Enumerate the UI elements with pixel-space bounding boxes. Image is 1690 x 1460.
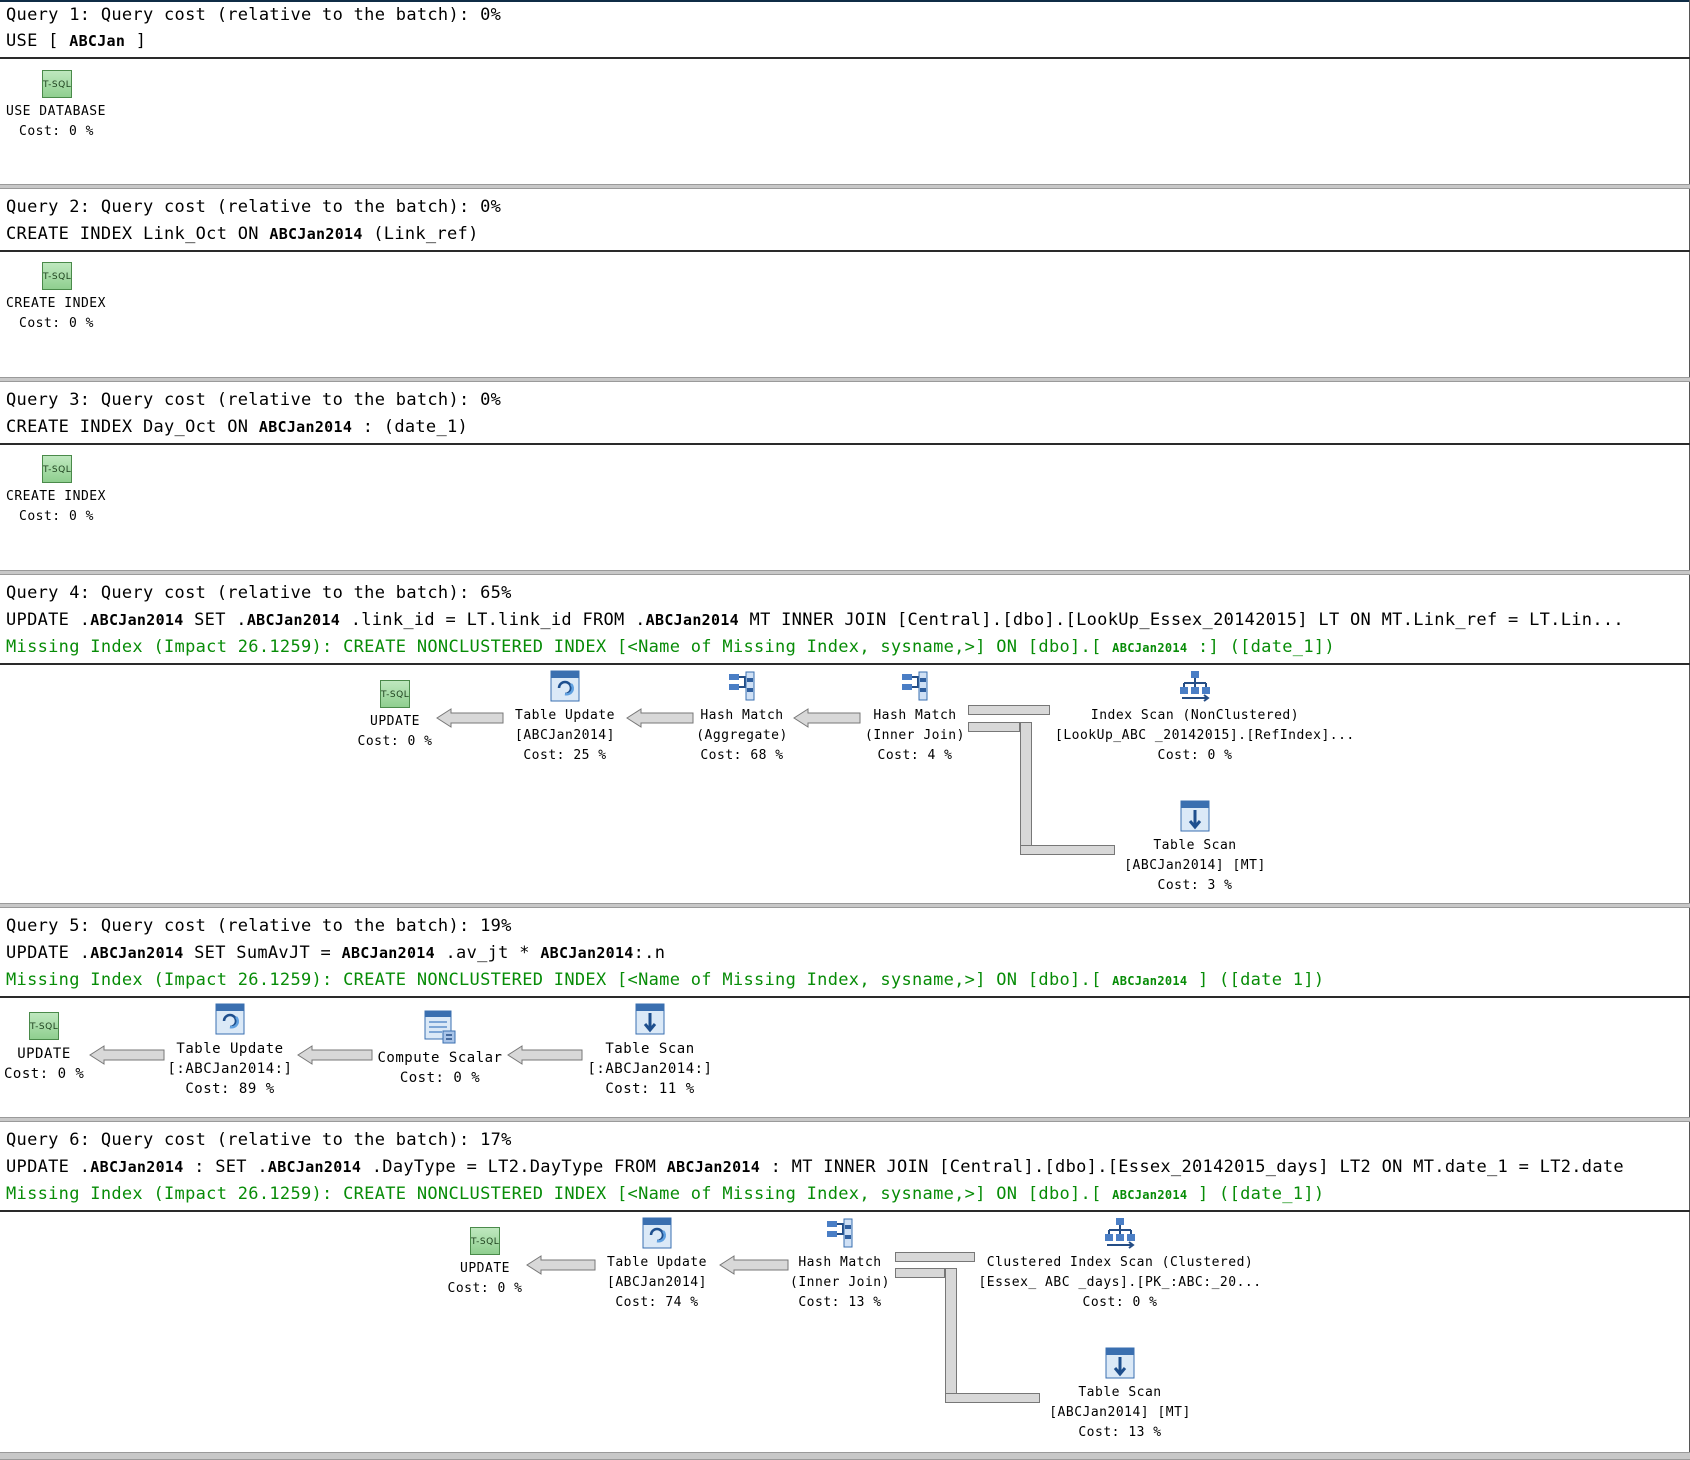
plan-node-compute-scalar[interactable]: Compute Scalar Cost: 0 % [375, 1010, 505, 1088]
plan-node-table-scan[interactable]: Table Scan [:ABCJan2014:] Cost: 11 % [585, 1003, 715, 1099]
query-2-header: Query 2: Query cost (relative to the bat… [6, 197, 502, 217]
table-update-icon [215, 1003, 245, 1035]
hash-match-icon [729, 671, 755, 701]
data-flow-pipe [1020, 845, 1115, 855]
data-flow-arrow [793, 708, 861, 728]
index-scan-icon [1180, 671, 1210, 702]
tsql-icon: T-SQL [42, 262, 72, 290]
tsql-icon: T-SQL [380, 680, 410, 708]
query-1-header: Query 1: Query cost (relative to the bat… [6, 5, 502, 25]
query-2-sql[interactable]: CREATE INDEX Link_Oct ON ABCJan2014 (Lin… [6, 224, 479, 244]
data-flow-pipe [945, 1268, 957, 1403]
plan-node-table-update[interactable]: Table Update [ABCJan2014] Cost: 25 % [500, 670, 630, 766]
query-separator[interactable] [0, 184, 1690, 189]
plan-node-update[interactable]: T-SQL UPDATE Cost: 0 % [4, 1012, 84, 1084]
query-5-divider [0, 996, 1690, 998]
data-flow-arrow [719, 1255, 789, 1275]
data-flow-arrow [526, 1255, 596, 1275]
query-2-divider [0, 250, 1690, 252]
plan-node-clustered-index-scan[interactable]: Clustered Index Scan (Clustered) [Essex_… [975, 1217, 1265, 1313]
query-6-header: Query 6: Query cost (relative to the bat… [6, 1130, 512, 1150]
plan-node-hash-match-aggregate[interactable]: Hash Match (Aggregate) Cost: 68 % [682, 670, 802, 766]
plan-node-table-scan[interactable]: Table Scan [ABCJan2014] [MT] Cost: 13 % [1030, 1347, 1210, 1443]
tsql-icon: T-SQL [29, 1012, 59, 1040]
tsql-icon: T-SQL [42, 455, 72, 483]
data-flow-pipe [968, 705, 1050, 715]
plan-node-index-scan-nonclustered[interactable]: Index Scan (NonClustered) [LookUp_ABC _2… [1055, 670, 1354, 766]
plan-node-update[interactable]: T-SQL UPDATE Cost: 0 % [355, 680, 435, 752]
table-update-icon [642, 1217, 672, 1249]
missing-index-hint[interactable]: Missing Index (Impact 26.1259): CREATE N… [6, 1184, 1682, 1205]
query-5-sql[interactable]: UPDATE .ABCJan2014 SET SumAvJT = ABCJan2… [6, 943, 1682, 963]
data-flow-pipe [968, 722, 1020, 732]
table-update-icon [550, 670, 580, 702]
query-4-sql[interactable]: UPDATE .ABCJan2014 SET .ABCJan2014 .link… [6, 610, 1682, 630]
table-scan-icon [635, 1003, 665, 1035]
plan-node-table-scan[interactable]: Table Scan [ABCJan2014] [MT] Cost: 3 % [1105, 800, 1285, 896]
query-separator[interactable] [0, 1452, 1690, 1460]
query-separator[interactable] [0, 1117, 1690, 1122]
table-scan-icon [1105, 1347, 1135, 1379]
data-flow-arrow [89, 1045, 165, 1065]
query-5-header: Query 5: Query cost (relative to the bat… [6, 916, 512, 936]
query-separator[interactable] [0, 903, 1690, 908]
query-separator[interactable] [0, 377, 1690, 382]
hash-match-icon [902, 671, 928, 701]
top-border [0, 0, 1690, 2]
plan-node-create-index[interactable]: T-SQL CREATE INDEX Cost: 0 % [6, 455, 106, 527]
query-1-divider [0, 57, 1690, 59]
data-flow-arrow [626, 708, 694, 728]
index-scan-icon [1105, 1218, 1135, 1249]
data-flow-pipe [895, 1252, 975, 1262]
query-1-sql[interactable]: USE [ ABCJan ] [6, 31, 146, 51]
plan-node-use-database[interactable]: T-SQL USE DATABASE Cost: 0 % [6, 70, 106, 142]
hash-match-icon [827, 1218, 853, 1248]
query-6-sql[interactable]: UPDATE .ABCJan2014 : SET .ABCJan2014 .Da… [6, 1157, 1682, 1177]
data-flow-pipe [895, 1268, 945, 1278]
table-scan-icon [1180, 800, 1210, 832]
data-flow-arrow [436, 708, 504, 728]
missing-index-hint[interactable]: Missing Index (Impact 26.1259): CREATE N… [6, 637, 1682, 658]
query-separator[interactable] [0, 570, 1690, 575]
tsql-icon: T-SQL [470, 1227, 500, 1255]
plan-node-hash-match-inner-join[interactable]: Hash Match (Inner Join) Cost: 13 % [780, 1217, 900, 1313]
query-4-divider [0, 663, 1690, 665]
compute-scalar-icon [424, 1010, 456, 1044]
plan-node-create-index[interactable]: T-SQL CREATE INDEX Cost: 0 % [6, 262, 106, 334]
data-flow-pipe [945, 1393, 1040, 1403]
plan-node-update[interactable]: T-SQL UPDATE Cost: 0 % [445, 1227, 525, 1299]
missing-index-hint[interactable]: Missing Index (Impact 26.1259): CREATE N… [6, 970, 1682, 991]
query-3-header: Query 3: Query cost (relative to the bat… [6, 390, 502, 410]
query-3-sql[interactable]: CREATE INDEX Day_Oct ON ABCJan2014 : (da… [6, 417, 468, 437]
plan-node-table-update[interactable]: Table Update [:ABCJan2014:] Cost: 89 % [165, 1003, 295, 1099]
tsql-icon: T-SQL [42, 70, 72, 98]
query-6-divider [0, 1210, 1690, 1212]
data-flow-pipe [1020, 722, 1032, 855]
query-3-divider [0, 443, 1690, 445]
plan-node-hash-match-inner-join[interactable]: Hash Match (Inner Join) Cost: 4 % [855, 670, 975, 766]
plan-node-table-update[interactable]: Table Update [ABCJan2014] Cost: 74 % [592, 1217, 722, 1313]
data-flow-arrow [297, 1045, 373, 1065]
data-flow-arrow [507, 1045, 583, 1065]
query-4-header: Query 4: Query cost (relative to the bat… [6, 583, 512, 603]
